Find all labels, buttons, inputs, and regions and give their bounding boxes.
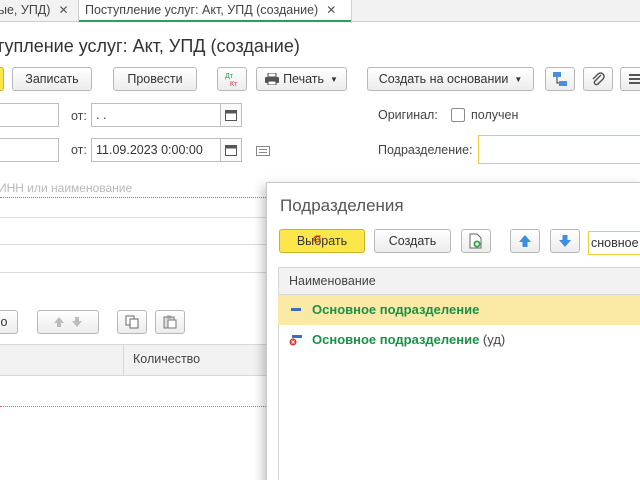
tab-label: Поступление услуг: Акт, УПД (создание) [85,3,319,17]
from-label: от: [71,109,87,123]
document-number-field[interactable] [0,138,59,162]
search-input[interactable]: сновное [588,231,640,255]
post-and-close-button[interactable] [0,67,4,91]
division-name: Основное подразделение [312,302,480,317]
divider [0,217,268,218]
column-header-name[interactable]: Наименование [278,267,640,295]
move-up-button[interactable] [510,229,540,253]
paste-button[interactable] [155,310,185,334]
write-button[interactable]: Записать [12,67,92,91]
counterparty-field[interactable] [0,176,268,200]
required-underline [0,406,268,407]
division-name: Основное подразделение [312,332,480,347]
print-label: Печать [283,72,325,86]
list-icon [629,74,640,84]
close-icon[interactable]: ✕ [326,3,336,17]
divider [0,272,268,273]
division-field[interactable] [478,135,640,164]
page-title: тупление услуг: Акт, УПД (создание) [0,36,300,56]
create-based-on-label: Создать на основании [378,72,509,86]
incoming-date-field[interactable]: . . [91,103,221,127]
list-item[interactable]: Основное подразделение (уд) [278,325,640,355]
original-received-checkbox[interactable] [451,108,465,122]
post-button[interactable]: Провести [113,67,197,91]
arrow-up-icon [54,317,64,327]
close-icon[interactable]: ✕ [58,3,68,17]
popup-title: Подразделения [280,196,404,215]
create-button[interactable]: Создать [374,229,451,253]
division-suffix: (уд) [479,332,506,347]
chevron-down-icon: ▼ [514,74,523,84]
print-button[interactable]: Печать ▼ [256,67,347,91]
paperclip-icon [592,72,605,86]
calendar-icon [225,110,237,121]
item-icon [291,308,301,311]
calendar-button[interactable] [220,103,242,127]
structure-button[interactable] [545,67,575,91]
arrow-down-icon [72,317,82,327]
svg-text:Дт: Дт [225,73,234,80]
tab-previous[interactable]: ые, УПД) ✕ [0,0,74,22]
divider [0,244,268,245]
create-based-on-button[interactable]: Создать на основании ▼ [367,67,534,91]
calendar-button[interactable] [220,138,242,162]
select-button[interactable]: Выбрать [279,229,365,253]
from-label: от: [71,143,87,157]
paste-icon [163,315,177,329]
number-field[interactable] [0,103,59,127]
copy-item-button[interactable] [461,229,491,253]
column-divider [123,344,124,376]
list-item[interactable]: Основное подразделение [278,295,640,325]
attach-button[interactable] [583,67,613,91]
divisions-popup: Подразделения Выбрать Создать сновное На… [266,182,640,480]
tab-bar: ые, УПД) ✕ Поступление услуг: Акт, УПД (с… [0,0,640,23]
tab-current[interactable]: Поступление услуг: Акт, УПД (создание) ✕ [78,0,352,23]
cursor-icon [313,235,321,243]
calendar-icon [225,145,237,156]
more-button[interactable] [620,67,640,91]
original-checkbox-label: получен [471,108,519,122]
copy-button[interactable] [117,310,147,334]
division-label: Подразделение: [378,143,473,157]
deleted-item-icon [289,335,302,346]
document-date-field[interactable]: 11.09.2023 0:00:00 [91,138,221,162]
structure-icon [553,72,567,86]
printer-icon [265,72,280,86]
add-copy-icon [469,233,482,249]
copy-icon [125,315,139,329]
arrow-down-icon [559,235,571,247]
svg-text:Кт: Кт [230,81,238,88]
dt-kt-button[interactable]: Дт Кт [217,67,247,91]
move-down-button[interactable] [550,229,580,253]
comment-icon[interactable] [256,146,270,156]
tab-label: ые, УПД) [0,3,51,17]
arrow-up-icon [519,235,531,247]
dt-kt-icon: Дт Кт [225,73,238,88]
column-header-quantity[interactable]: Количество [133,352,200,366]
original-label: Оригинал: [378,108,438,122]
chevron-down-icon: ▼ [330,74,338,84]
move-buttons[interactable] [37,310,99,334]
partial-button[interactable]: о [0,310,18,334]
